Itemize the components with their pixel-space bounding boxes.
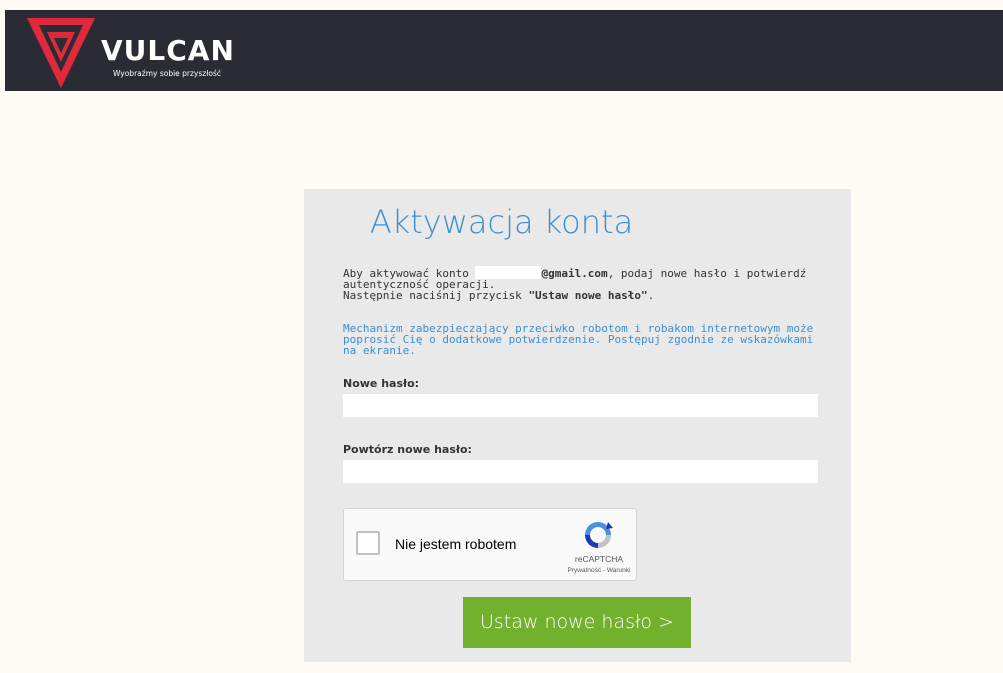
activation-card xyxy=(304,189,851,662)
next-step-text: Następnie naciśnij przycisk xyxy=(343,289,529,302)
new-password-label: Nowe hasło: xyxy=(343,377,420,390)
vulcan-logo-icon[interactable] xyxy=(17,16,103,90)
recaptcha-checkbox[interactable] xyxy=(356,531,380,555)
brand-name: VULCAN xyxy=(101,34,235,67)
repeat-password-label: Powtórz nowe hasło: xyxy=(343,443,472,456)
intro-text: Aby aktywować konto @gmail.com, podaj no… xyxy=(343,266,819,301)
next-step-period: . xyxy=(647,289,655,302)
email-domain: @gmail.com xyxy=(541,267,608,280)
button-reference: "Ustaw nowe hasło" xyxy=(528,289,648,302)
recaptcha-label: Nie jestem robotem xyxy=(395,536,517,552)
set-new-password-button[interactable]: Ustaw nowe hasło > xyxy=(463,597,691,648)
security-notice: Mechanizm zabezpieczający przeciwko robo… xyxy=(343,322,814,357)
recaptcha-logo-icon xyxy=(585,522,613,548)
header-bar: VULCAN Wyobraźmy sobie przyszłość xyxy=(5,10,1003,91)
recaptcha-privacy-terms-links[interactable]: Prywatność - Warunki xyxy=(544,567,654,574)
repeat-password-input[interactable] xyxy=(343,460,818,483)
brand-tagline: Wyobraźmy sobie przyszłość xyxy=(113,69,221,78)
recaptcha-brand: reCAPTCHA xyxy=(574,554,624,564)
page-title: Aktywacja konta xyxy=(369,203,634,241)
recaptcha-widget: Nie jestem robotem reCAPTCHA Prywatność … xyxy=(343,508,637,581)
new-password-input[interactable] xyxy=(343,394,818,417)
